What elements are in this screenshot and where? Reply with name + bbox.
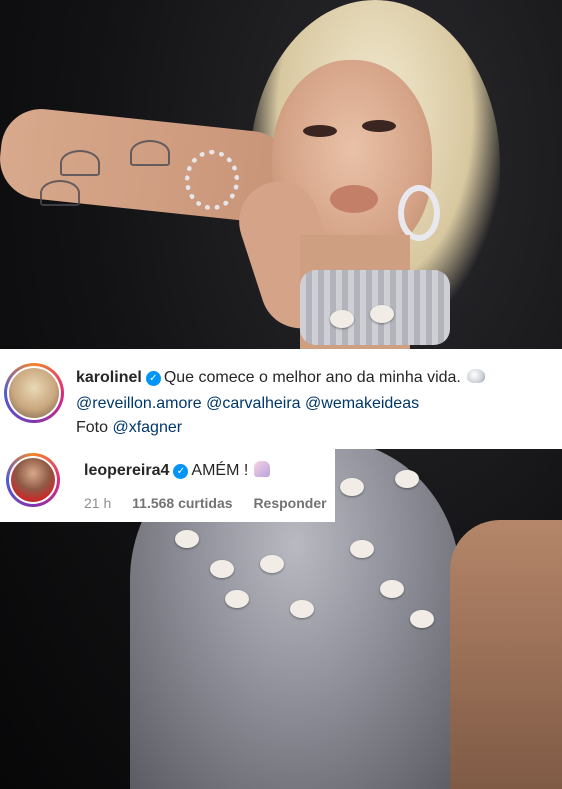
hoop-earring bbox=[398, 185, 440, 241]
comment: leopereira4 ✓ AMÉM ! 21 h 11.568 curtidas … bbox=[0, 449, 335, 522]
mention-link[interactable]: @wemakeideas bbox=[305, 395, 419, 412]
photo-credit-label: Foto bbox=[76, 419, 109, 436]
shell-decoration bbox=[410, 610, 434, 628]
photo-lips bbox=[330, 185, 378, 213]
butterfly-tattoo bbox=[60, 150, 100, 176]
verified-badge-icon: ✓ bbox=[145, 371, 161, 386]
verified-badge-icon: ✓ bbox=[173, 464, 189, 479]
comment-likes[interactable]: 11.568 curtidas bbox=[132, 495, 232, 511]
comment-text: AMÉM ! bbox=[191, 462, 249, 479]
author-username[interactable]: karolinel bbox=[76, 369, 142, 386]
commenter-username[interactable]: leopereira4 bbox=[84, 462, 169, 479]
shell-decoration bbox=[350, 540, 374, 558]
shell-decoration bbox=[340, 478, 364, 496]
shell-decoration bbox=[210, 560, 234, 578]
praying-hands-icon bbox=[254, 461, 271, 477]
commenter-avatar[interactable] bbox=[6, 453, 60, 507]
caption-text: Que comece o melhor ano da minha vida. bbox=[163, 369, 461, 386]
reply-button[interactable]: Responder bbox=[253, 495, 326, 511]
screenshot: karolinel ✓ Que comece o melhor ano da min… bbox=[0, 0, 562, 789]
shell-decoration bbox=[330, 310, 354, 328]
mention-link[interactable]: @carvalheira bbox=[206, 395, 301, 412]
shell-decoration bbox=[380, 580, 404, 598]
butterfly-tattoo bbox=[130, 140, 170, 166]
photo-arm-right bbox=[450, 520, 562, 789]
comment-time: 21 h bbox=[84, 495, 112, 511]
photo-eye bbox=[362, 120, 396, 132]
mention-link[interactable]: @xfagner bbox=[112, 419, 182, 436]
bracelet bbox=[185, 150, 239, 210]
shell-decoration bbox=[175, 530, 199, 548]
photo-eye bbox=[303, 125, 337, 137]
author-avatar[interactable] bbox=[4, 363, 64, 423]
shell-icon bbox=[466, 369, 485, 383]
comment-line: leopereira4 ✓ AMÉM ! bbox=[84, 461, 271, 480]
caption-line: karolinel ✓ Que comece o melhor ano da min… bbox=[76, 369, 485, 387]
shell-decoration bbox=[395, 470, 419, 488]
comment-meta: 21 h 11.568 curtidas Responder bbox=[84, 495, 344, 511]
mention-link[interactable]: @reveillon.amore bbox=[76, 395, 202, 412]
shell-decoration bbox=[260, 555, 284, 573]
post-caption: karolinel ✓ Que comece o melhor ano da min… bbox=[0, 349, 562, 449]
shell-decoration bbox=[290, 600, 314, 618]
photo-credit: Foto @xfagner bbox=[76, 419, 182, 437]
shell-decoration bbox=[225, 590, 249, 608]
shell-decoration bbox=[370, 305, 394, 323]
caption-mentions: @reveillon.amore @carvalheira @wemakeide… bbox=[76, 395, 419, 413]
butterfly-tattoo bbox=[40, 180, 80, 206]
